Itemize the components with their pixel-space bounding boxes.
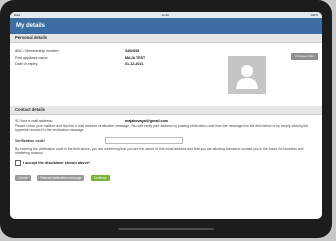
cancel-button[interactable]: Cancel <box>15 175 31 182</box>
resend-verification-button[interactable]: Resend verification message <box>37 175 85 182</box>
home-indicator <box>118 228 214 230</box>
consent-text: By entering the verification code in the… <box>15 146 304 155</box>
page-title: My details <box>10 18 322 34</box>
status-time: 12:16 <box>161 13 169 17</box>
verification-code-input[interactable] <box>105 137 183 145</box>
personal-section-title: Personal details <box>10 34 322 43</box>
action-buttons: Cancel Resend verification message Conti… <box>10 166 322 184</box>
app-screen: iPad 12:16 100% My details Personal deta… <box>10 12 322 219</box>
email-value: majakovagal@gmail.com <box>125 118 168 123</box>
verification-help-text: Please check your mailbox and find the e… <box>15 124 309 133</box>
email-label: *E-Your e-mail address: <box>15 118 53 123</box>
expiry-label: Date of expiry: <box>15 62 39 67</box>
verification-code-row: Verification code* <box>10 137 322 145</box>
verification-code-label: Verification code* <box>15 138 46 143</box>
change-photo-button[interactable]: Change photo <box>291 53 318 60</box>
membership-value: 3402835 <box>125 49 139 54</box>
tablet-frame: iPad 12:16 100% My details Personal deta… <box>0 0 332 238</box>
disclaimer-checkbox[interactable] <box>15 159 21 166</box>
status-battery: 100% <box>310 13 318 17</box>
expiry-value: 31-12-2021 <box>125 62 144 67</box>
disclaimer-row: I accept the disclaimer shown above* <box>10 159 322 166</box>
avatar <box>228 56 266 94</box>
membership-label: ABC / Membership number: <box>15 49 60 54</box>
person-placeholder-icon <box>236 65 258 89</box>
name-value: MAJA TEST <box>125 55 146 60</box>
status-left: iPad <box>14 13 21 17</box>
continue-button[interactable]: Continue <box>90 175 110 182</box>
contact-section-title: Contact details <box>10 105 322 115</box>
name-label: First applicant name: <box>15 55 49 60</box>
disclaimer-label: I accept the disclaimer shown above* <box>23 160 91 165</box>
